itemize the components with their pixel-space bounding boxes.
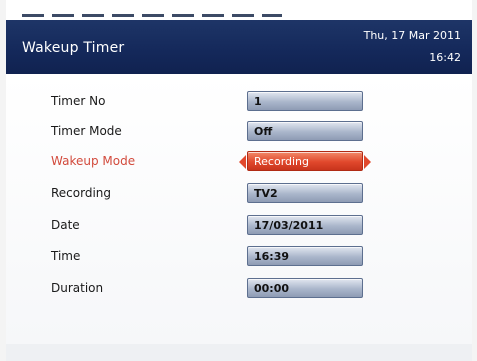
top-decoration <box>22 14 282 17</box>
label-time: Time <box>51 249 81 263</box>
label-wakeup-mode: Wakeup Mode <box>51 154 136 168</box>
label-date: Date <box>51 218 80 232</box>
date-value: 17/03/2011 <box>254 219 324 232</box>
timer-no-value: 1 <box>254 95 262 108</box>
label-timer-mode: Timer Mode <box>51 124 122 138</box>
row-timer-no: Timer No 1 <box>6 91 472 113</box>
right-arrow-icon[interactable] <box>364 155 371 169</box>
time-value: 16:39 <box>254 250 290 263</box>
duration-field[interactable]: 00:00 <box>247 278 363 298</box>
top-strip <box>6 0 472 20</box>
left-arrow-icon[interactable] <box>239 155 246 169</box>
row-date: Date 17/03/2011 <box>6 215 472 237</box>
row-duration: Duration 00:00 <box>6 278 472 300</box>
label-timer-no: Timer No <box>51 94 106 108</box>
recording-field[interactable]: TV2 <box>247 183 363 203</box>
header-date: Thu, 17 Mar 2011 <box>363 29 461 42</box>
wakeup-mode-selector[interactable]: Recording <box>239 151 371 171</box>
duration-value: 00:00 <box>254 282 290 295</box>
label-recording: Recording <box>51 186 112 200</box>
row-time: Time 16:39 <box>6 246 472 268</box>
time-field[interactable]: 16:39 <box>247 246 363 266</box>
row-timer-mode: Timer Mode Off <box>6 121 472 143</box>
recording-value: TV2 <box>254 187 278 200</box>
label-duration: Duration <box>51 281 104 295</box>
page-title: Wakeup Timer <box>22 40 125 56</box>
date-field[interactable]: 17/03/2011 <box>247 215 363 235</box>
tv-screen: Wakeup Timer Thu, 17 Mar 2011 16:42 Time… <box>6 0 472 361</box>
timer-form: Timer No 1 Timer Mode Off Wakeup Mode Re… <box>6 74 472 344</box>
timer-no-field[interactable]: 1 <box>247 91 363 111</box>
timer-mode-field[interactable]: Off <box>247 121 363 141</box>
header-time: 16:42 <box>429 51 461 64</box>
wakeup-mode-value: Recording <box>254 155 310 168</box>
header-bar: Wakeup Timer Thu, 17 Mar 2011 16:42 <box>6 20 472 74</box>
bottom-bar <box>6 344 472 361</box>
row-wakeup-mode: Wakeup Mode Recording <box>6 151 472 173</box>
row-recording: Recording TV2 <box>6 183 472 205</box>
timer-mode-value: Off <box>254 125 273 138</box>
